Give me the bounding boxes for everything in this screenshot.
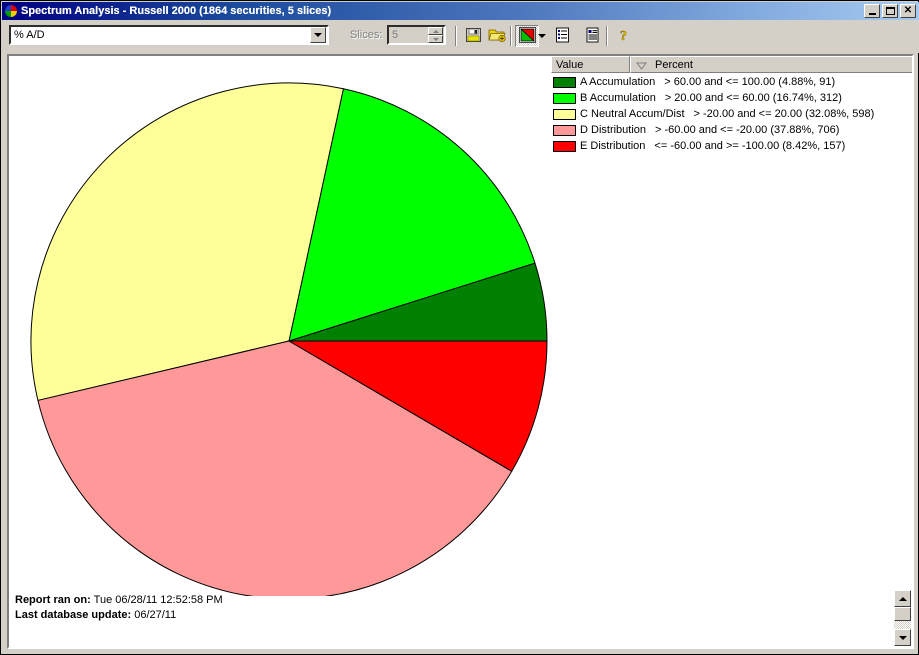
scroll-track[interactable]: [894, 621, 911, 629]
chevron-down-icon: [537, 34, 546, 38]
spectrum-analysis-window: Spectrum Analysis - Russell 2000 (1864 s…: [0, 0, 919, 655]
close-button[interactable]: ✕: [900, 4, 916, 18]
slices-label: Slices:: [350, 29, 383, 41]
slices-increment-button[interactable]: [428, 27, 443, 35]
legend-row[interactable]: D Distribution > -60.00 and <= -20.00 (37…: [551, 122, 912, 138]
last-update-line: Last database update: 06/27/11: [15, 608, 515, 623]
minimize-button[interactable]: [864, 4, 880, 18]
slices-spin-buttons[interactable]: [428, 27, 443, 43]
report-icon: [585, 27, 600, 46]
indicator-select-value: % A/D: [14, 29, 45, 41]
toolbar: % A/D Slices: 5 ?: [2, 20, 919, 53]
minimize-icon: [868, 12, 876, 15]
chevron-down-icon[interactable]: [310, 27, 326, 43]
pie-chart-icon: [4, 4, 18, 18]
vertical-scrollbar[interactable]: [894, 590, 911, 646]
help-button[interactable]: ?: [612, 25, 636, 47]
open-folder-icon: [488, 27, 506, 46]
legend-row-name: A Accumulation: [580, 76, 656, 88]
last-update-value: 06/27/11: [134, 609, 177, 621]
open-button[interactable]: [485, 25, 509, 47]
toolbar-separator: [510, 26, 512, 46]
chart-type-dropdown[interactable]: [535, 25, 548, 47]
legend-row[interactable]: B Accumulation > 20.00 and <= 60.00 (16.7…: [551, 90, 912, 106]
legend-color-swatch: [553, 140, 576, 152]
legend-row-name: B Accumulation: [580, 92, 656, 104]
legend-header: Value Percent: [551, 56, 912, 73]
sort-descending-icon: [636, 61, 647, 70]
legend-row-description: > -20.00 and <= 20.00 (32.08%, 598): [693, 108, 875, 120]
title-bar: Spectrum Analysis - Russell 2000 (1864 s…: [2, 2, 919, 20]
question-mark-icon: ?: [617, 27, 631, 46]
report-view-button[interactable]: [580, 25, 604, 47]
list-view-button[interactable]: [550, 25, 574, 47]
pie-chart-icon: [518, 26, 536, 46]
save-button[interactable]: [461, 25, 485, 47]
legend-panel: Value Percent A Accumulation > 60.00 and …: [551, 56, 912, 154]
legend-row[interactable]: A Accumulation > 60.00 and <= 100.00 (4.8…: [551, 74, 912, 90]
legend-row-description: > -60.00 and <= -20.00 (37.88%, 706): [655, 124, 840, 136]
maximize-button[interactable]: [882, 4, 898, 18]
report-ran-value: Tue 06/28/11 12:52:58 PM: [93, 594, 223, 606]
report-ran-line: Report ran on: Tue 06/28/11 12:52:58 PM: [15, 593, 515, 608]
legend-row-description: <= -60.00 and >= -100.00 (8.42%, 157): [654, 140, 846, 152]
window-title: Spectrum Analysis - Russell 2000 (1864 s…: [21, 5, 332, 17]
floppy-disk-icon: [465, 27, 482, 46]
report-ran-label: Report ran on:: [15, 594, 91, 606]
scroll-down-button[interactable]: [894, 629, 911, 646]
slices-decrement-button[interactable]: [428, 35, 443, 43]
report-footer: Report ran on: Tue 06/28/11 12:52:58 PM …: [15, 593, 515, 623]
pie-chart: [9, 56, 554, 600]
legend-row-description: > 20.00 and <= 60.00 (16.74%, 312): [664, 92, 842, 104]
legend-row-name: E Distribution: [580, 140, 646, 152]
maximize-icon: [885, 7, 895, 15]
legend-row-description: > 60.00 and <= 100.00 (4.88%, 91): [664, 76, 836, 88]
legend-row[interactable]: E Distribution <= -60.00 and >= -100.00 (…: [551, 138, 912, 154]
scroll-thumb[interactable]: [894, 607, 911, 621]
svg-text:?: ?: [620, 29, 627, 43]
legend-color-swatch: [553, 92, 576, 104]
legend-color-swatch: [553, 124, 576, 136]
slices-stepper[interactable]: 5: [387, 25, 446, 45]
list-icon: [555, 27, 570, 46]
scroll-up-button[interactable]: [894, 590, 911, 607]
legend-column-percent[interactable]: Percent: [630, 56, 912, 73]
legend-color-swatch: [553, 108, 576, 120]
close-icon: ✕: [903, 5, 913, 16]
triangle-up-icon: [898, 596, 907, 601]
legend-row[interactable]: C Neutral Accum/Dist > -20.00 and <= 20.0…: [551, 106, 912, 122]
legend-column-percent-label: Percent: [655, 58, 693, 71]
last-update-label: Last database update:: [15, 609, 132, 621]
legend-color-swatch: [553, 76, 576, 88]
window-controls: ✕: [864, 4, 916, 18]
pie-chart-svg: [30, 82, 548, 600]
toolbar-separator: [606, 26, 608, 46]
slices-value: 5: [392, 29, 399, 41]
legend-row-name: C Neutral Accum/Dist: [580, 108, 685, 120]
toolbar-separator: [455, 26, 457, 46]
report-content-area: Value Percent A Accumulation > 60.00 and …: [7, 54, 914, 649]
triangle-down-icon: [898, 635, 907, 640]
legend-column-value[interactable]: Value: [551, 56, 630, 73]
indicator-select[interactable]: % A/D: [9, 25, 329, 45]
legend-row-name: D Distribution: [580, 124, 647, 136]
legend-rows: A Accumulation > 60.00 and <= 100.00 (4.8…: [551, 73, 912, 154]
